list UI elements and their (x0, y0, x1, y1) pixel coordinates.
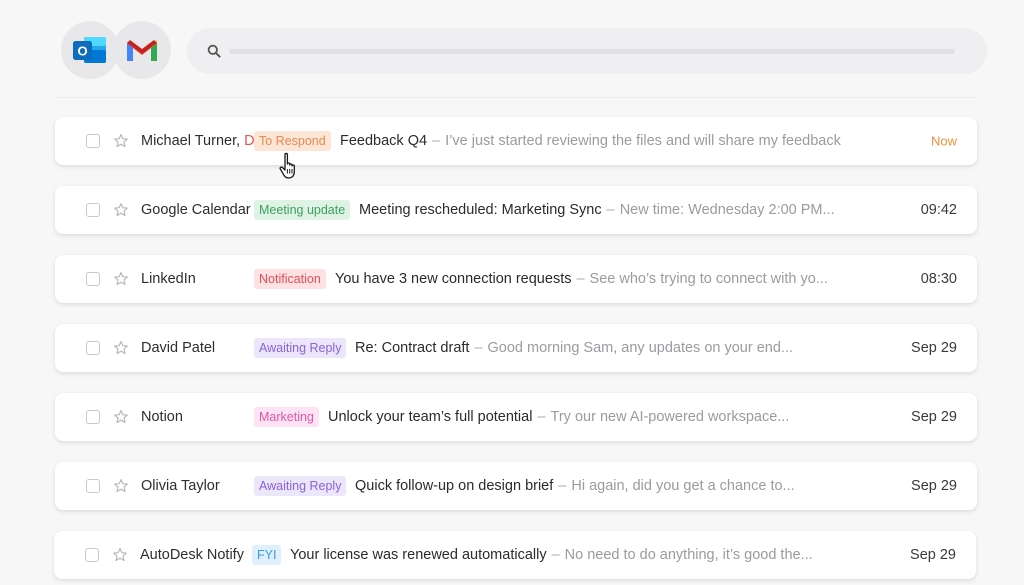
email-time: Sep 29 (911, 340, 957, 356)
label-tag[interactable]: FYI (252, 545, 282, 565)
email-row[interactable]: Google Calendar Meeting update Meeting r… (55, 186, 977, 234)
sender-name: LinkedIn (141, 271, 196, 287)
sender: David Patel (141, 340, 215, 356)
label-tag[interactable]: Marketing (254, 407, 319, 427)
subject-line: Your license was renewed automatically – N… (290, 547, 898, 563)
email-row[interactable]: Notion Marketing Unlock your team’s full… (55, 393, 977, 441)
separator-dash: – (558, 478, 567, 494)
star-icon[interactable] (113, 478, 129, 494)
email-time: 09:42 (920, 202, 957, 218)
label-tag[interactable]: Meeting update (254, 200, 351, 220)
outlook-account-button[interactable]: O (61, 21, 119, 79)
email-row[interactable]: AutoDesk Notify FYI Your license was ren… (54, 531, 976, 579)
select-checkbox[interactable] (86, 272, 100, 286)
sender-name: Olivia Taylor (141, 478, 220, 494)
email-preview: Hi again, did you get a chance to... (571, 478, 795, 494)
label-tag[interactable]: Awaiting Reply (254, 338, 347, 358)
outlook-logo-icon: O (73, 37, 106, 63)
star-icon[interactable] (113, 340, 129, 356)
select-checkbox[interactable] (86, 203, 100, 217)
sender-name: David Patel (141, 340, 216, 356)
subject-line: You have 3 new connection requests – See w… (335, 271, 909, 287)
email-time: Sep 29 (911, 478, 957, 494)
header-divider (56, 97, 976, 98)
email-row[interactable]: Michael Turner, Draft To Respond Feedbac… (55, 117, 977, 165)
sender: Olivia Taylor (141, 478, 220, 494)
email-subject: Re: Contract draft (355, 340, 470, 356)
hand-pointer-cursor-icon (279, 152, 295, 179)
separator-dash: – (576, 271, 585, 287)
select-checkbox[interactable] (85, 548, 99, 562)
search-bar[interactable] (187, 28, 987, 74)
email-subject: You have 3 new connection requests (335, 271, 572, 287)
star-icon[interactable] (113, 202, 129, 218)
star-icon[interactable] (112, 547, 128, 563)
sender: Google Calendar (141, 202, 251, 218)
gmail-account-button[interactable] (113, 21, 171, 79)
email-subject: Quick follow-up on design brief (355, 478, 554, 494)
email-row[interactable]: LinkedIn Notification You have 3 new con… (55, 255, 977, 303)
star-icon[interactable] (113, 271, 129, 287)
search-input[interactable] (229, 48, 955, 54)
select-checkbox[interactable] (86, 134, 100, 148)
select-checkbox[interactable] (86, 341, 100, 355)
email-preview: No need to do anything, it’s good the... (564, 547, 813, 563)
select-checkbox[interactable] (86, 479, 100, 493)
sender-name: Google Calendar (141, 202, 251, 218)
email-preview: See who’s trying to connect with yo... (589, 271, 828, 287)
sender-name: AutoDesk Notify (140, 547, 244, 563)
star-icon[interactable] (113, 409, 129, 425)
separator-dash: – (537, 409, 546, 425)
subject-line: Re: Contract draft – Good morning Sam, any… (355, 340, 899, 356)
sender: LinkedIn (141, 271, 196, 287)
email-time: Sep 29 (911, 409, 957, 425)
email-time: Now (930, 133, 957, 149)
label-tag[interactable]: To Respond (254, 131, 331, 151)
sender-name: Michael Turner, (141, 133, 241, 149)
email-preview: I’ve just started reviewing the files an… (445, 133, 841, 149)
email-time: Sep 29 (910, 547, 956, 563)
email-subject: Feedback Q4 (340, 133, 428, 149)
sender: Notion (141, 409, 183, 425)
separator-dash: – (551, 547, 560, 563)
subject-line: Unlock your team’s full potential – Try ou… (328, 409, 899, 425)
separator-dash: – (606, 202, 615, 218)
email-preview: Good morning Sam, any updates on your en… (487, 340, 794, 356)
email-time: 08:30 (920, 271, 957, 287)
top-bar: O (0, 0, 1024, 100)
select-checkbox[interactable] (86, 410, 100, 424)
subject-line: Feedback Q4– I’ve just started reviewing … (340, 133, 919, 149)
sender: AutoDesk Notify (140, 547, 244, 563)
email-preview: New time: Wednesday 2:00 PM... (619, 202, 835, 218)
separator-dash: – (474, 340, 483, 356)
email-subject: Your license was renewed automatically (290, 547, 547, 563)
search-icon (207, 44, 221, 58)
label-tag[interactable]: Awaiting Reply (254, 476, 347, 496)
email-preview: Try our new AI-powered workspace... (550, 409, 790, 425)
label-tag[interactable]: Notification (254, 269, 326, 289)
email-subject: Meeting rescheduled: Marketing Sync (359, 202, 602, 218)
email-subject: Unlock your team’s full potential (328, 409, 533, 425)
subject-line: Quick follow-up on design brief – Hi again… (355, 478, 899, 494)
email-row[interactable]: David Patel Awaiting Reply Re: Contract … (55, 324, 977, 372)
subject-line: Meeting rescheduled: Marketing Sync – New … (359, 202, 909, 218)
svg-text:O: O (77, 44, 87, 59)
email-row[interactable]: Olivia Taylor Awaiting Reply Quick follo… (55, 462, 977, 510)
gmail-logo-icon (127, 40, 157, 61)
sender-name: Notion (141, 409, 183, 425)
star-icon[interactable] (113, 133, 129, 149)
separator-dash: – (432, 133, 441, 149)
